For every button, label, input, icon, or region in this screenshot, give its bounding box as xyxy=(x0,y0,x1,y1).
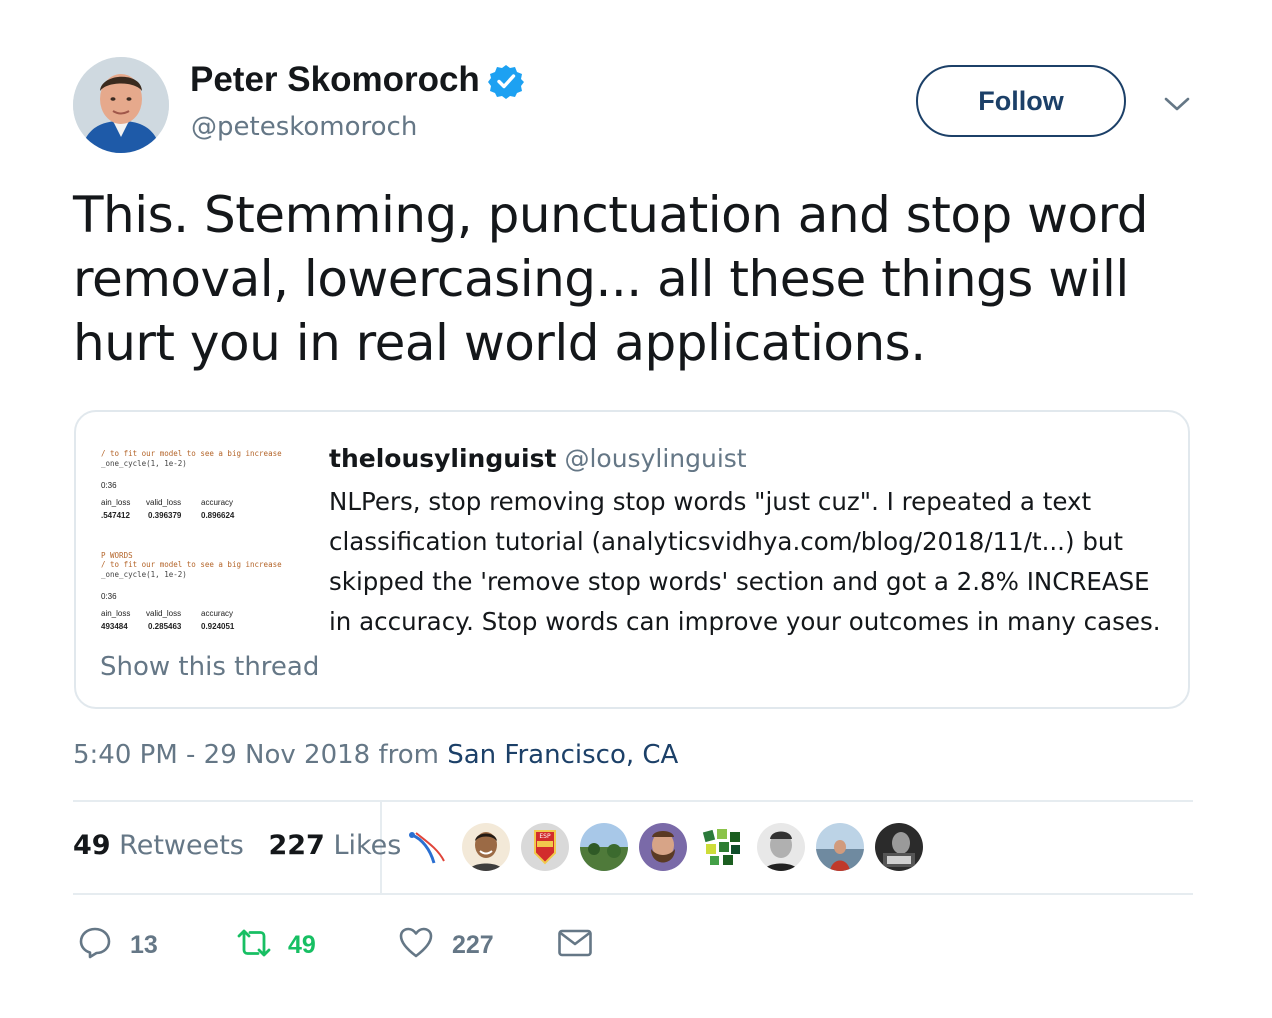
column-header: accuracy xyxy=(201,609,234,618)
tweet-actions: 13 49 227 xyxy=(0,920,1272,970)
column-header: ain_loss xyxy=(101,498,131,507)
location-link[interactable]: San Francisco, CA xyxy=(447,740,678,770)
liker-avatar[interactable] xyxy=(462,823,510,871)
from-label: from xyxy=(378,740,439,770)
liker-avatar[interactable] xyxy=(875,823,923,871)
quoted-author-handle[interactable]: @lousylinguist xyxy=(564,444,746,473)
column-header: valid_loss xyxy=(146,498,182,507)
divider xyxy=(73,800,1193,802)
quoted-tweet-text: NLPers, stop removing stop words "just c… xyxy=(329,487,1161,636)
retweets-count: 49 xyxy=(73,830,111,861)
code-screenshot-top: / to fit our model to see a big increase… xyxy=(100,436,305,536)
code-line: _one_cycle(1, 1e-2) xyxy=(101,570,187,579)
code-line: / to fit our model to see a big increase xyxy=(101,560,282,569)
liker-avatar[interactable] xyxy=(639,823,687,871)
retweet-icon[interactable] xyxy=(234,926,274,964)
tweet-timestamp: 5:40 PM - 29 Nov 2018 from San Francisco… xyxy=(73,740,678,770)
code-line: / to fit our model to see a big increase xyxy=(101,449,282,458)
envelope-icon[interactable] xyxy=(557,928,593,962)
table-cell: 0.924051 xyxy=(201,622,235,631)
retweet-action[interactable]: 49 xyxy=(234,920,316,970)
liker-avatar[interactable] xyxy=(580,823,628,871)
column-header: accuracy xyxy=(201,498,234,507)
reply-action[interactable]: 13 xyxy=(78,920,158,970)
table-cell: 0.396379 xyxy=(148,511,182,520)
quoted-tweet-image[interactable]: / to fit our model to see a big increase… xyxy=(100,436,305,642)
follow-button[interactable]: Follow xyxy=(916,65,1126,137)
likes-stat[interactable]: 227 Likes xyxy=(268,830,401,861)
column-header: valid_loss xyxy=(146,609,182,618)
code-line: _one_cycle(1, 1e-2) xyxy=(101,459,187,468)
divider xyxy=(73,893,1193,895)
chevron-down-icon[interactable] xyxy=(1162,92,1192,116)
elapsed-time: 0:36 xyxy=(101,481,117,490)
svg-text:ESP: ESP xyxy=(539,833,551,840)
liker-avatar[interactable] xyxy=(404,823,452,871)
table-cell: .547412 xyxy=(101,511,130,520)
retweet-count: 49 xyxy=(288,930,316,959)
direct-message-action[interactable] xyxy=(557,920,593,970)
verified-badge-icon xyxy=(488,63,524,99)
likes-label: Likes xyxy=(333,830,402,861)
liker-avatar[interactable] xyxy=(816,823,864,871)
elapsed-time: 0:36 xyxy=(101,592,117,601)
quoted-tweet-author[interactable]: thelousylinguist @lousylinguist xyxy=(329,444,747,473)
quoted-tweet-card[interactable]: / to fit our model to see a big increase… xyxy=(74,410,1190,709)
liker-avatar[interactable] xyxy=(757,823,805,871)
liker-avatar[interactable]: ESP xyxy=(521,823,569,871)
code-line: P WORDS xyxy=(101,551,133,560)
retweets-stat[interactable]: 49 Retweets xyxy=(73,830,244,861)
table-cell: 0.285463 xyxy=(148,622,182,631)
timestamp-text[interactable]: 5:40 PM - 29 Nov 2018 xyxy=(73,740,370,770)
avatar[interactable] xyxy=(73,57,169,153)
reply-count: 13 xyxy=(130,930,158,959)
like-count: 227 xyxy=(452,930,494,959)
retweets-label: Retweets xyxy=(119,830,244,861)
show-thread-link[interactable]: Show this thread xyxy=(100,652,319,682)
display-name[interactable]: Peter Skomoroch xyxy=(190,60,480,100)
engagement-stats: 49 Retweets 227 Likes xyxy=(73,830,401,861)
heart-icon[interactable] xyxy=(398,926,434,964)
table-cell: 0.896624 xyxy=(201,511,235,520)
like-action[interactable]: 227 xyxy=(398,920,494,970)
reply-icon[interactable] xyxy=(78,926,112,964)
tweet-text: This. Stemming, punctuation and stop wor… xyxy=(73,186,1149,372)
column-header: ain_loss xyxy=(101,609,131,618)
code-screenshot-bottom: P WORDS / to fit our model to see a big … xyxy=(100,544,305,642)
user-handle[interactable]: @peteskomoroch xyxy=(191,112,417,142)
liker-avatar[interactable] xyxy=(698,823,746,871)
table-cell: 493484 xyxy=(101,622,128,631)
likes-count: 227 xyxy=(268,830,325,861)
quoted-author-name[interactable]: thelousylinguist xyxy=(329,444,556,473)
